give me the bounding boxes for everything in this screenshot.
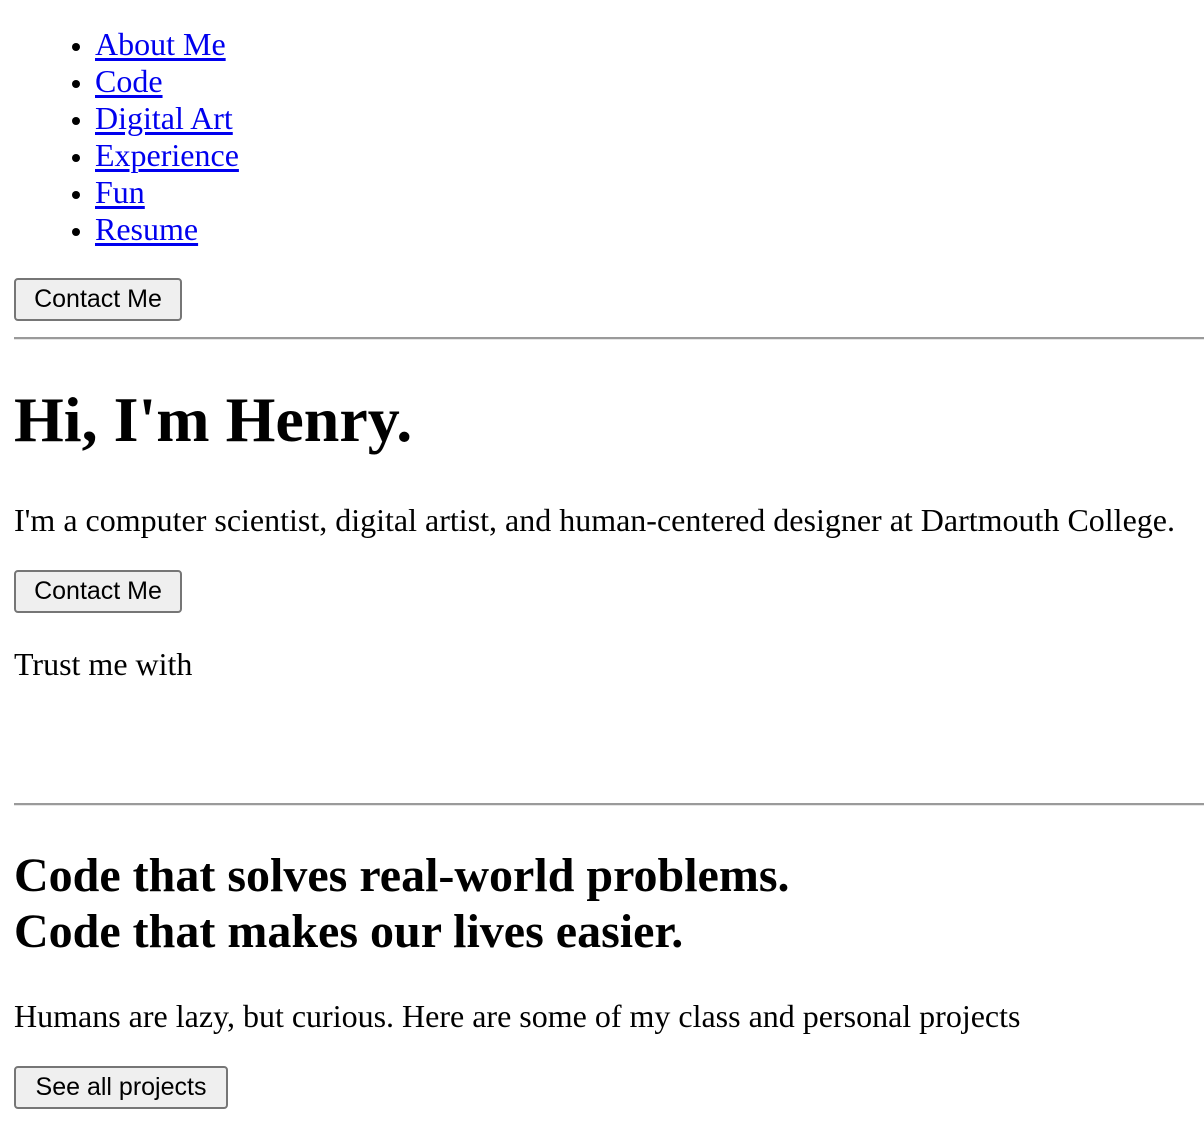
hero-contact-button[interactable]: Contact Me: [14, 570, 182, 613]
nav-link-resume[interactable]: Resume: [95, 211, 198, 247]
code-section-description: Humans are lazy, but curious. Here are s…: [14, 998, 1021, 1034]
nav-link-about-me[interactable]: About Me: [95, 26, 226, 62]
hero-description: I'm a computer scientist, digital artist…: [14, 502, 1175, 538]
nav-item-digital-art: Digital Art: [95, 100, 1204, 137]
hero-title: Hi, I'm Henry.: [14, 384, 413, 455]
nav-item-about-me: About Me: [95, 26, 1204, 63]
nav-link-digital-art[interactable]: Digital Art: [95, 100, 233, 136]
divider: [14, 337, 1204, 340]
trust-text: Trust me with: [14, 646, 193, 682]
nav-item-code: Code: [95, 63, 1204, 100]
code-title-line-1: Code that solves real-world problems.: [14, 849, 790, 902]
nav-item-fun: Fun: [95, 174, 1204, 211]
nav-list: About Me Code Digital Art Experience Fun…: [15, 0, 1204, 248]
nav-link-experience[interactable]: Experience: [95, 137, 239, 173]
see-all-projects-button[interactable]: See all projects: [14, 1066, 228, 1109]
nav-item-experience: Experience: [95, 137, 1204, 174]
page: About Me Code Digital Art Experience Fun…: [0, 0, 1204, 1124]
nav-contact-button[interactable]: Contact Me: [14, 278, 182, 321]
nav-link-fun[interactable]: Fun: [95, 174, 145, 210]
divider: [14, 803, 1204, 806]
nav-link-code[interactable]: Code: [95, 63, 163, 99]
nav-item-resume: Resume: [95, 211, 1204, 248]
code-title-line-2: Code that makes our lives easier.: [14, 905, 684, 958]
code-section-title: Code that solves real-world problems. Co…: [14, 848, 790, 960]
main-nav: About Me Code Digital Art Experience Fun…: [14, 0, 1204, 321]
